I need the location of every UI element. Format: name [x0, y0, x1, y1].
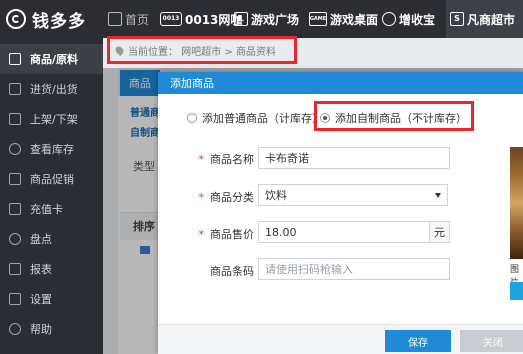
sidebar-item-reports[interactable]: 报表 — [0, 254, 103, 284]
location-pin-icon — [113, 44, 126, 56]
shelf-icon — [9, 113, 21, 125]
radio-label: 添加普通商品（计库存） — [202, 112, 323, 125]
card-icon — [9, 203, 21, 215]
sidebar-item-label: 设置 — [30, 293, 52, 306]
sidebar-item-label: 进货/出货 — [30, 83, 78, 96]
game-desktop-icon: GAME — [309, 12, 327, 26]
nav-game-desktop-label: 游戏桌面 — [330, 12, 379, 27]
sidebar-item-label: 报表 — [30, 263, 52, 276]
price-unit: 元 — [429, 221, 450, 243]
app-logo[interactable]: 钱多多 — [6, 8, 106, 32]
product-name-label: * 商品名称 — [198, 153, 255, 166]
product-category-label: * 商品分类 — [198, 191, 255, 204]
game-square-icon: L — [234, 12, 248, 26]
sidebar-item-recharge-card[interactable]: 充值卡 — [0, 194, 103, 224]
nav-0013-cafe[interactable]: 0013 0013网咖 — [160, 8, 242, 30]
product-name-input[interactable]: 卡布奇诺 — [258, 147, 450, 169]
breadcrumb-text: 当前位置： 网吧超市 > 商品资料 — [128, 46, 276, 58]
barcode-icon — [9, 53, 21, 65]
required-marker: * — [198, 228, 205, 241]
sidebar-item-label: 帮助 — [30, 323, 52, 336]
report-icon — [9, 263, 21, 275]
box-icon — [9, 83, 21, 95]
nav-game-square[interactable]: L 游戏广场 — [234, 8, 299, 30]
sidebar-item-label: 商品/原料 — [30, 53, 79, 66]
nav-supermarket[interactable]: S 凡商超市 — [446, 0, 523, 38]
category-selected-value: 饮料 — [265, 189, 287, 202]
supermarket-icon: S — [450, 12, 464, 26]
sidebar-item-settings[interactable]: 设置 — [0, 284, 103, 314]
nav-home[interactable]: 首页 — [108, 8, 149, 30]
cafe-logo-icon: 0013 — [160, 12, 182, 26]
nav-revenue-label: 增收宝 — [399, 12, 436, 27]
radio-label: 添加自制商品（不计库存） — [335, 112, 467, 125]
save-button[interactable]: 保存 — [385, 330, 451, 352]
sidebar-item-inventory[interactable]: 查看库存 — [0, 134, 103, 164]
close-button[interactable]: 关闭 — [460, 330, 523, 352]
sidebar-item-stocktake[interactable]: 盘点 — [0, 224, 103, 254]
radio-button[interactable] — [187, 113, 197, 123]
product-barcode-input[interactable]: 请使用扫码枪输入 — [258, 258, 450, 280]
home-icon — [108, 12, 122, 26]
dialog-title: 添加商品 — [158, 72, 523, 94]
sidebar-item-label: 充值卡 — [30, 203, 63, 216]
radio-add-custom-product[interactable]: 添加自制商品（不计库存） — [320, 110, 467, 126]
sidebar-item-label: 查看库存 — [30, 143, 74, 156]
help-icon — [9, 323, 21, 335]
revenue-icon — [382, 12, 396, 26]
sidebar-item-label: 商品促销 — [30, 173, 74, 186]
sidebar-item-stock-in-out[interactable]: 进货/出货 — [0, 74, 103, 104]
nav-game-square-label: 游戏广场 — [251, 12, 300, 27]
required-marker: * — [198, 153, 205, 166]
nav-game-desktop[interactable]: GAME 游戏桌面 — [309, 8, 378, 30]
search-icon — [9, 143, 21, 155]
logo-icon — [6, 9, 26, 29]
tag-icon — [9, 173, 21, 185]
radio-button-selected[interactable] — [320, 113, 330, 123]
nav-home-label: 首页 — [125, 12, 150, 27]
product-category-select[interactable]: 饮料 — [258, 184, 448, 206]
radio-add-normal-product[interactable]: 添加普通商品（计库存） — [187, 110, 323, 126]
app-name: 钱多多 — [32, 11, 86, 32]
nav-revenue[interactable]: 增收宝 — [382, 8, 435, 30]
sidebar-item-shelf[interactable]: 上架/下架 — [0, 104, 103, 134]
sidebar-item-label: 上架/下架 — [30, 113, 78, 126]
chevron-down-icon — [435, 192, 441, 198]
checkbox-icon — [9, 293, 21, 305]
product-price-input[interactable]: 18.00 — [258, 221, 430, 243]
settings-gear-icon — [9, 233, 21, 245]
nav-supermarket-label: 凡商超市 — [467, 12, 516, 27]
breadcrumb: 当前位置： 网吧超市 > 商品资料 — [107, 36, 297, 64]
upload-image-button[interactable] — [510, 282, 523, 300]
sidebar-item-promotion[interactable]: 商品促销 — [0, 164, 103, 194]
sidebar: 商品/原料 进货/出货 上架/下架 查看库存 商品促销 充值卡 盘点 报表 设置… — [0, 38, 103, 354]
product-barcode-label: 商品条码 — [210, 265, 254, 278]
sidebar-item-products[interactable]: 商品/原料 — [0, 44, 103, 74]
product-price-label: * 商品售价 — [198, 228, 255, 241]
product-image-preview — [510, 147, 523, 259]
required-marker: * — [198, 191, 205, 204]
sidebar-item-help[interactable]: 帮助 — [0, 314, 103, 344]
sidebar-item-label: 盘点 — [30, 233, 52, 246]
